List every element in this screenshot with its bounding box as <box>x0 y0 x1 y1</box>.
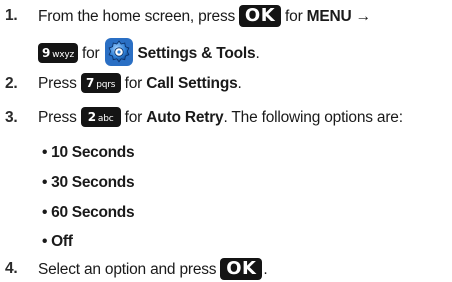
arrow-icon: → <box>355 8 372 26</box>
call-settings-label: Call Settings <box>146 75 238 93</box>
list-item: • 30 Seconds <box>42 174 135 191</box>
key-7-icon: 7 pqrs <box>80 73 121 93</box>
step-number: 4. <box>5 260 18 277</box>
bullet-icon: • <box>42 144 48 161</box>
step-number: 3. <box>5 109 18 126</box>
ok-key-icon: OK <box>220 258 263 280</box>
list-item: • Off <box>42 233 73 250</box>
step-number: 2. <box>5 75 18 92</box>
menu-label: MENU <box>306 8 352 26</box>
auto-retry-label: Auto Retry <box>146 109 224 127</box>
key-9-icon: 9 wxyz <box>38 43 78 63</box>
step-text: Press 7 pqrs for Call Settings. <box>38 73 242 94</box>
step-text: From the home screen, press OK for MENU → <box>38 5 372 27</box>
settings-tools-gear-icon <box>104 37 134 67</box>
bullet-icon: • <box>42 233 48 250</box>
step-number: 1. <box>5 7 18 24</box>
key-2-icon: 2 abc <box>80 107 121 127</box>
bullet-icon: • <box>42 204 48 221</box>
list-item: • 60 Seconds <box>42 204 135 221</box>
ok-key-icon: OK <box>239 5 282 27</box>
bullet-icon: • <box>42 174 48 191</box>
list-item: • 10 Seconds <box>42 144 135 161</box>
step-text: Press 2 abc for Auto Retry. The following o… <box>38 107 403 128</box>
settings-tools-label: Settings & Tools <box>137 45 256 63</box>
step-text: Select an option and press OK. <box>38 258 268 280</box>
